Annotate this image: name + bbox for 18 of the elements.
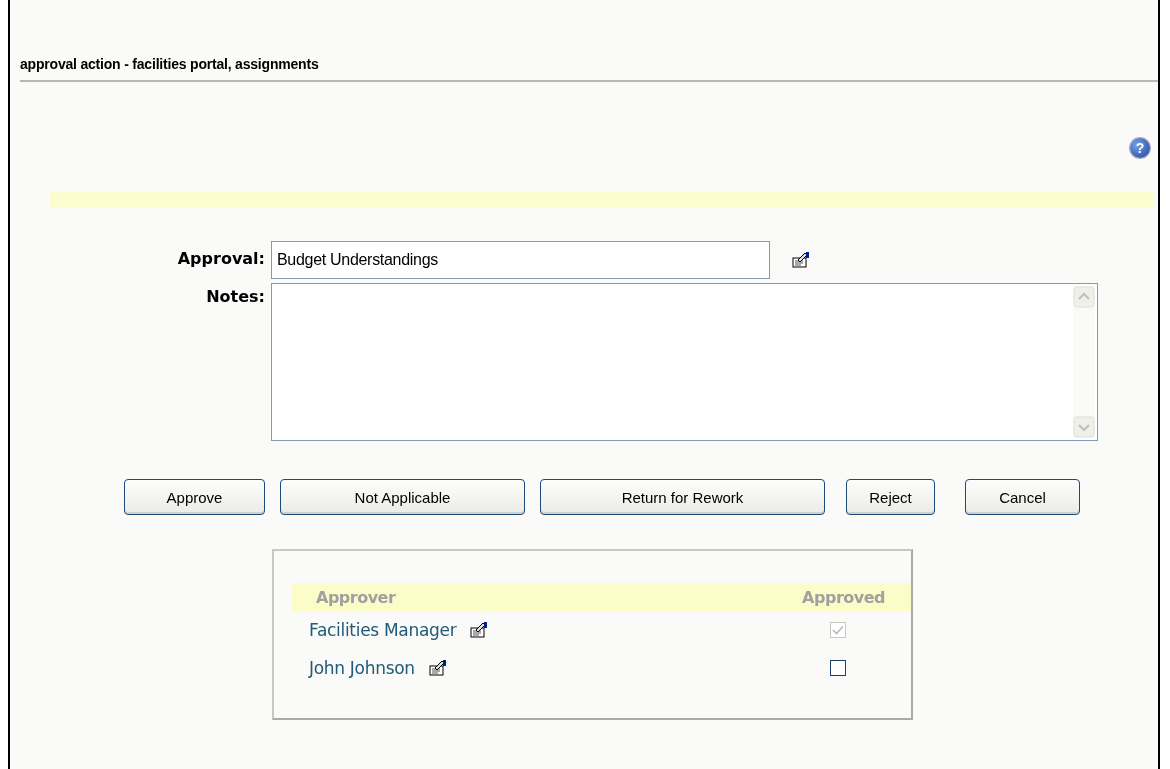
- notes-field[interactable]: [271, 283, 1098, 441]
- approver-link[interactable]: John Johnson: [309, 658, 415, 678]
- action-button[interactable]: Return for Rework: [540, 479, 825, 515]
- action-button[interactable]: Cancel: [965, 479, 1080, 515]
- notepad-icon[interactable]: [792, 252, 810, 268]
- action-button[interactable]: Reject: [846, 479, 935, 515]
- approved-checkbox[interactable]: [830, 660, 846, 676]
- field-label: Approval:: [176, 248, 265, 270]
- help-icon[interactable]: ?: [1130, 138, 1150, 158]
- column-header: Approved: [802, 587, 885, 607]
- approval-field[interactable]: Budget Understandings: [271, 241, 770, 279]
- window-title: approval action - facilities portal, assignments: [19, 55, 320, 74]
- action-button[interactable]: Not Applicable: [280, 479, 525, 515]
- notepad-icon[interactable]: [470, 622, 489, 638]
- action-button[interactable]: Approve: [124, 479, 265, 515]
- field-label: Notes:: [205, 286, 265, 308]
- notepad-icon[interactable]: [428, 660, 447, 676]
- column-header: Approver: [316, 587, 396, 607]
